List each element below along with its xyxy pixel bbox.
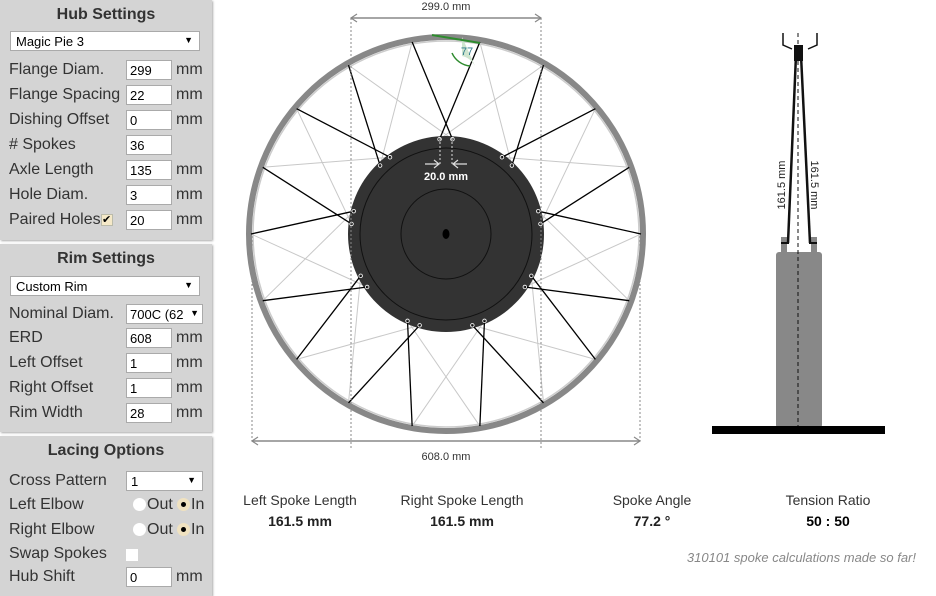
erd-dimension-label: 608.0 mm — [422, 451, 471, 463]
hub-shift-input[interactable] — [126, 567, 172, 587]
left-spoke-side — [786, 54, 798, 244]
spoke-angle-result: Spoke Angle 77.2 ° — [572, 492, 732, 529]
right-spoke-side — [799, 54, 812, 244]
left-elbow-out-radio[interactable] — [133, 498, 146, 511]
axle — [442, 229, 450, 239]
back-spoke — [537, 210, 630, 302]
back-spoke — [411, 320, 485, 427]
front-spoke — [511, 64, 545, 166]
right-elbow-out-radio[interactable] — [133, 523, 146, 536]
left-spoke-length-result: Left Spoke Length 161.5 mm — [220, 492, 380, 529]
fork-left — [782, 33, 793, 50]
calculation-counter: 310101 spoke calculations made so far! — [686, 550, 916, 565]
select-value: 1 — [131, 474, 139, 489]
tension-ratio-result: Tension Ratio 50 : 50 — [748, 492, 908, 529]
label: Tension Ratio — [785, 492, 871, 508]
label: Right Elbow — [9, 521, 95, 538]
back-spoke — [262, 210, 355, 302]
cross-pattern-select[interactable]: 1 ▼ — [126, 471, 203, 491]
label: Left Spoke Length — [243, 492, 357, 508]
hub-body — [776, 252, 822, 428]
wheel-front-view: 77 299.0 mm 608.0 mm 20.0 mm 161.5 mm 16… — [246, 1, 885, 463]
label: Left Elbow — [9, 496, 84, 513]
label: Spoke Angle — [612, 492, 692, 508]
back-spoke — [472, 324, 596, 360]
front-spoke — [501, 108, 596, 158]
swap-spokes-checkbox[interactable] — [126, 549, 138, 561]
radio-label: In — [191, 521, 205, 538]
right-elbow-row: Right Elbow Out In — [9, 520, 209, 542]
radio-label: In — [191, 496, 205, 513]
front-spoke — [250, 210, 354, 235]
right-spoke-length-result: Right Spoke Length 161.5 mm — [382, 492, 542, 529]
back-spoke — [501, 156, 630, 168]
right-spoke-length-label: 161.5 mm — [808, 161, 820, 210]
angle-label: 77 — [461, 46, 473, 58]
back-spoke — [262, 156, 391, 168]
label: Right Spoke Length — [400, 492, 524, 508]
value: 77.2 ° — [633, 513, 671, 529]
pair-dimension-label: 20.0 mm — [424, 171, 468, 183]
left-spoke-length-label: 161.5 mm — [776, 161, 788, 210]
left-elbow-row: Left Elbow Out In — [9, 495, 209, 517]
value: 161.5 mm — [268, 513, 332, 529]
fork-right — [807, 33, 818, 50]
value: 50 : 50 — [806, 513, 850, 529]
ground — [712, 426, 885, 434]
front-spoke — [538, 210, 642, 235]
wheel-side-view: 161.5 mm 161.5 mm — [712, 33, 885, 434]
swap-row: Swap Spokes — [9, 544, 209, 566]
label: Cross Pattern — [9, 472, 107, 489]
front-spoke — [347, 64, 381, 166]
value: 161.5 mm — [430, 513, 494, 529]
hub-shift-row: Hub Shift mm — [9, 567, 209, 589]
back-spoke — [296, 324, 420, 360]
right-elbow-in-radio[interactable] — [177, 523, 190, 536]
unit: mm — [176, 568, 203, 585]
flange-dimension-label: 299.0 mm — [422, 1, 471, 13]
left-elbow-in-radio[interactable] — [177, 498, 190, 511]
back-spoke — [407, 320, 481, 427]
front-spoke — [296, 108, 391, 158]
radio-label: Out — [147, 496, 173, 513]
dropdown-arrow-icon: ▼ — [187, 475, 196, 485]
back-spoke — [348, 275, 362, 403]
cross-row: Cross Pattern 1 ▼ — [9, 471, 209, 493]
back-spoke — [530, 275, 544, 403]
label: Swap Spokes — [9, 545, 107, 562]
label: Hub Shift — [9, 568, 75, 585]
radio-label: Out — [147, 521, 173, 538]
